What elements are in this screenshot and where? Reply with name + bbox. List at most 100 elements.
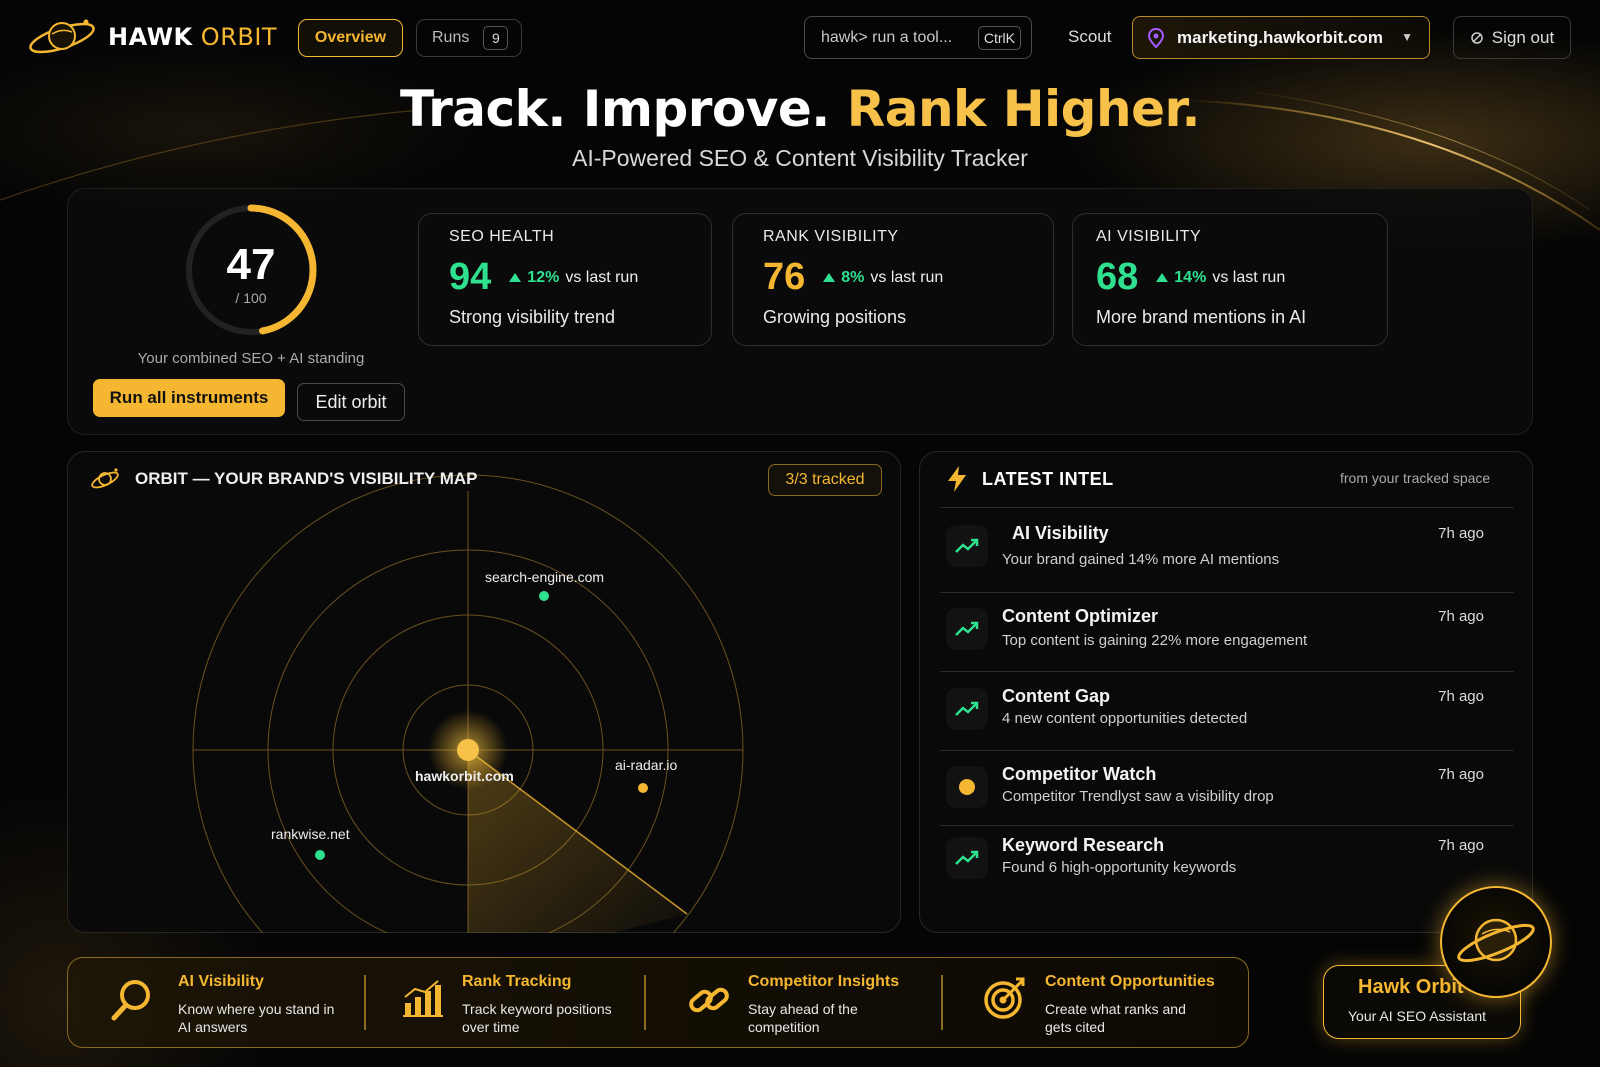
tab-runs[interactable]: Runs 9	[416, 19, 522, 57]
target-icon	[984, 977, 1025, 1019]
intel-item-time: 7h ago	[1438, 837, 1484, 854]
intel-item[interactable]: Content Optimizer Top content is gaining…	[940, 600, 1514, 670]
tracked-badge: 3/3 tracked	[768, 464, 882, 496]
feature-desc: Know where you stand in AI answers	[178, 1001, 335, 1035]
intel-item-desc: Competitor Trendlyst saw a visibility dr…	[1002, 788, 1274, 805]
divider	[940, 671, 1514, 672]
dot-icon	[946, 766, 988, 808]
bar-chart-icon	[403, 980, 443, 1017]
brand-name: HAWK ORBIT	[108, 23, 278, 51]
feature-desc: Stay ahead of the competition	[748, 1001, 858, 1035]
metric-card-ai-visibility[interactable]: AI VISIBILITY 68 14% vs last run More bra…	[1072, 213, 1388, 346]
command-shortcut: CtrlK	[977, 26, 1021, 50]
score-max: / 100	[235, 290, 267, 306]
up-arrow-icon	[1156, 273, 1169, 282]
label-search-engine: search-engine.com	[485, 569, 605, 585]
feature-rank-tracking[interactable]: Rank Tracking Track keyword positions ov…	[398, 957, 648, 1048]
trend-up-icon	[946, 837, 988, 879]
pin-icon	[1147, 27, 1165, 48]
feature-desc: Create what ranks and gets cited	[1045, 1001, 1186, 1035]
metric-delta: 12% vs last run	[509, 269, 638, 287]
power-icon	[1471, 31, 1483, 44]
edit-orbit-button[interactable]: Edit orbit	[297, 383, 405, 421]
score-value: 47	[226, 240, 276, 289]
feature-competitor-insights[interactable]: Competitor Insights Stay ahead of the co…	[684, 957, 934, 1048]
intel-item-time: 7h ago	[1438, 525, 1484, 542]
divider	[940, 507, 1514, 508]
feature-title: AI Visibility	[178, 973, 264, 990]
orbit-map[interactable]	[67, 451, 901, 933]
intel-item-desc: 4 new content opportunities detected	[1002, 710, 1248, 727]
planet-icon	[1457, 918, 1535, 963]
domain-select[interactable]: marketing.hawkorbit.com ▼	[1132, 16, 1430, 59]
intel-item[interactable]: Competitor Watch Competitor Trendlyst sa…	[940, 758, 1514, 828]
link-icon	[689, 987, 729, 1013]
assistant-subtitle: Your AI SEO Assistant	[1348, 1008, 1487, 1024]
metric-card-seo-health[interactable]: SEO HEALTH 94 12% vs last run Strong visi…	[418, 213, 712, 346]
brand-logo[interactable]: HAWK ORBIT	[26, 14, 277, 60]
metric-delta: 8% vs last run	[823, 269, 943, 287]
intel-item[interactable]: AI Visibility Your brand gained 14% more…	[940, 517, 1514, 587]
tab-overview[interactable]: Overview	[298, 19, 403, 57]
node-rankwise[interactable]	[315, 850, 325, 860]
metric-delta: 14% vs last run	[1156, 269, 1285, 287]
intel-header: LATEST INTEL	[946, 465, 1114, 493]
intel-item-title: Content Optimizer	[1002, 606, 1158, 626]
command-input[interactable]: hawk> run a tool... CtrlK	[804, 16, 1032, 59]
center-node-hawkorbit[interactable]	[457, 739, 479, 761]
feature-title: Competitor Insights	[748, 973, 900, 990]
divider	[940, 592, 1514, 593]
trend-up-icon	[946, 608, 988, 650]
metric-description: Strong visibility trend	[449, 307, 616, 327]
metric-label: RANK VISIBILITY	[763, 228, 899, 245]
runs-label: Runs	[432, 29, 470, 46]
metric-description: Growing positions	[763, 307, 907, 327]
assistant-avatar[interactable]	[1440, 886, 1552, 998]
intel-item-title: Content Gap	[1002, 686, 1110, 706]
intel-item-desc: Found 6 high-opportunity keywords	[1002, 859, 1237, 876]
search-icon	[111, 980, 150, 1021]
hero-subtitle: AI-Powered SEO & Content Visibility Trac…	[572, 145, 1028, 171]
metric-value: 94	[449, 256, 492, 298]
scout-link[interactable]: Scout	[1068, 27, 1111, 47]
intel-item[interactable]: Keyword Research Found 6 high-opportunit…	[940, 829, 1514, 899]
label-hawkorbit: hawkorbit.com	[415, 768, 514, 784]
up-arrow-icon	[823, 273, 836, 282]
divider	[940, 825, 1514, 826]
intel-item-title: AI Visibility	[1012, 523, 1109, 543]
hero-title: Track. Improve. Rank Higher.	[399, 80, 1201, 138]
runs-count-badge: 9	[483, 26, 509, 50]
feature-desc: Track keyword positions over time	[462, 1001, 612, 1035]
trend-up-icon	[946, 525, 988, 567]
orbit-title: ORBIT — YOUR BRAND'S VISIBILITY MAP	[89, 465, 478, 493]
label-rankwise: rankwise.net	[271, 826, 350, 842]
divider	[364, 975, 366, 1030]
feature-content-opportunities[interactable]: Content Opportunities Create what ranks …	[980, 957, 1240, 1048]
intel-item-desc: Top content is gaining 22% more engageme…	[1002, 632, 1308, 649]
feature-title: Rank Tracking	[462, 973, 572, 990]
divider	[941, 975, 943, 1030]
run-all-instruments-button[interactable]: Run all instruments	[93, 379, 285, 417]
divider	[644, 975, 646, 1030]
intel-item-desc: Your brand gained 14% more AI mentions	[1002, 551, 1280, 568]
command-placeholder: hawk> run a tool...	[821, 28, 953, 46]
feature-title: Content Opportunities	[1045, 973, 1215, 990]
score-caption: Your combined SEO + AI standing	[137, 350, 365, 367]
metric-label: SEO HEALTH	[449, 228, 555, 245]
feature-ai-visibility[interactable]: AI Visibility Know where you stand in AI…	[105, 957, 355, 1048]
sign-out-button[interactable]: Sign out	[1453, 16, 1571, 59]
node-ai-radar[interactable]	[638, 783, 648, 793]
node-search-engine[interactable]	[539, 591, 549, 601]
metric-value: 76	[763, 256, 806, 298]
trend-up-icon	[946, 688, 988, 730]
orbit-icon	[91, 468, 119, 489]
intel-item-time: 7h ago	[1438, 608, 1484, 625]
metric-card-rank-visibility[interactable]: RANK VISIBILITY 76 8% vs last run Growing…	[732, 213, 1054, 346]
intel-item-title: Competitor Watch	[1002, 764, 1157, 784]
up-arrow-icon	[509, 273, 522, 282]
intel-item-time: 7h ago	[1438, 688, 1484, 705]
metric-description: More brand mentions in AI	[1096, 307, 1307, 327]
intel-item[interactable]: Content Gap 4 new content opportunities …	[940, 680, 1514, 750]
divider	[940, 750, 1514, 751]
metric-label: AI VISIBILITY	[1096, 228, 1202, 245]
